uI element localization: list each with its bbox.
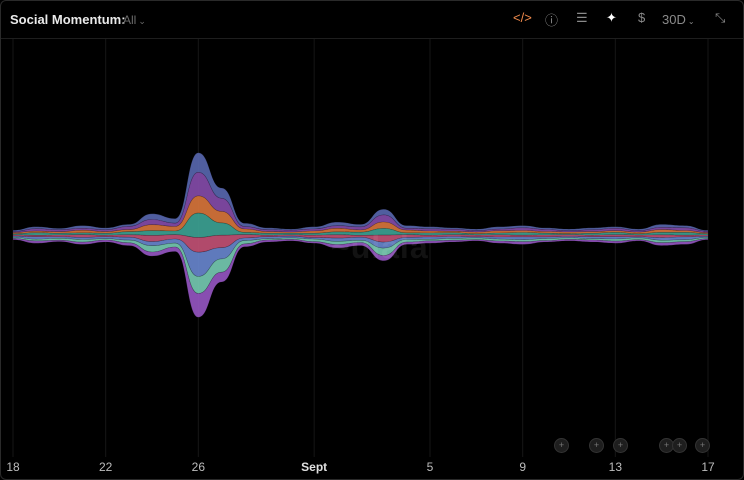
period-value: 30D: [662, 12, 686, 27]
x-tick-label: 26: [191, 460, 206, 474]
dollar-icon[interactable]: $: [638, 10, 645, 25]
event-marker[interactable]: +: [672, 438, 687, 453]
x-tick-label: 13: [608, 460, 623, 474]
chevron-down-icon: ⌄: [687, 17, 695, 26]
event-marker[interactable]: +: [589, 438, 604, 453]
x-tick-label: 9: [519, 460, 526, 474]
list-icon[interactable]: ☰: [576, 10, 588, 26]
event-marker[interactable]: +: [554, 438, 569, 453]
sparkle-icon[interactable]: ✦: [606, 10, 617, 26]
stream-layer: [12, 152, 709, 232]
social-momentum-panel: Social Momentum: All ⌄ </> ⓘ ☰ ✦ $ 30D ⌄ ⤡…: [0, 0, 744, 480]
asset-filter-dropdown[interactable]: All ⌄: [123, 13, 146, 27]
watermark-logo: ~ulala: [331, 229, 429, 265]
info-icon[interactable]: ⓘ: [545, 10, 558, 29]
stream-layer: [12, 171, 709, 234]
period-dropdown[interactable]: 30D ⌄: [662, 12, 695, 27]
collapse-icon[interactable]: ⤡: [715, 10, 725, 26]
x-tick-label: 22: [98, 460, 113, 474]
x-tick-label: 17: [701, 460, 715, 474]
event-marker[interactable]: +: [695, 438, 710, 453]
panel-header: Social Momentum: All ⌄ </> ⓘ ☰ ✦ $ 30D ⌄ ⤡: [1, 1, 743, 39]
event-marker[interactable]: +: [613, 438, 628, 453]
x-tick-label: Sept: [301, 460, 328, 474]
filter-value: All: [123, 13, 137, 27]
panel-title: Social Momentum:: [10, 12, 126, 27]
embed-code-icon[interactable]: </>: [513, 10, 532, 25]
x-tick-label: 18: [6, 460, 20, 474]
x-tick-label: 5: [426, 460, 434, 474]
chevron-down-icon: ⌄: [138, 16, 146, 26]
